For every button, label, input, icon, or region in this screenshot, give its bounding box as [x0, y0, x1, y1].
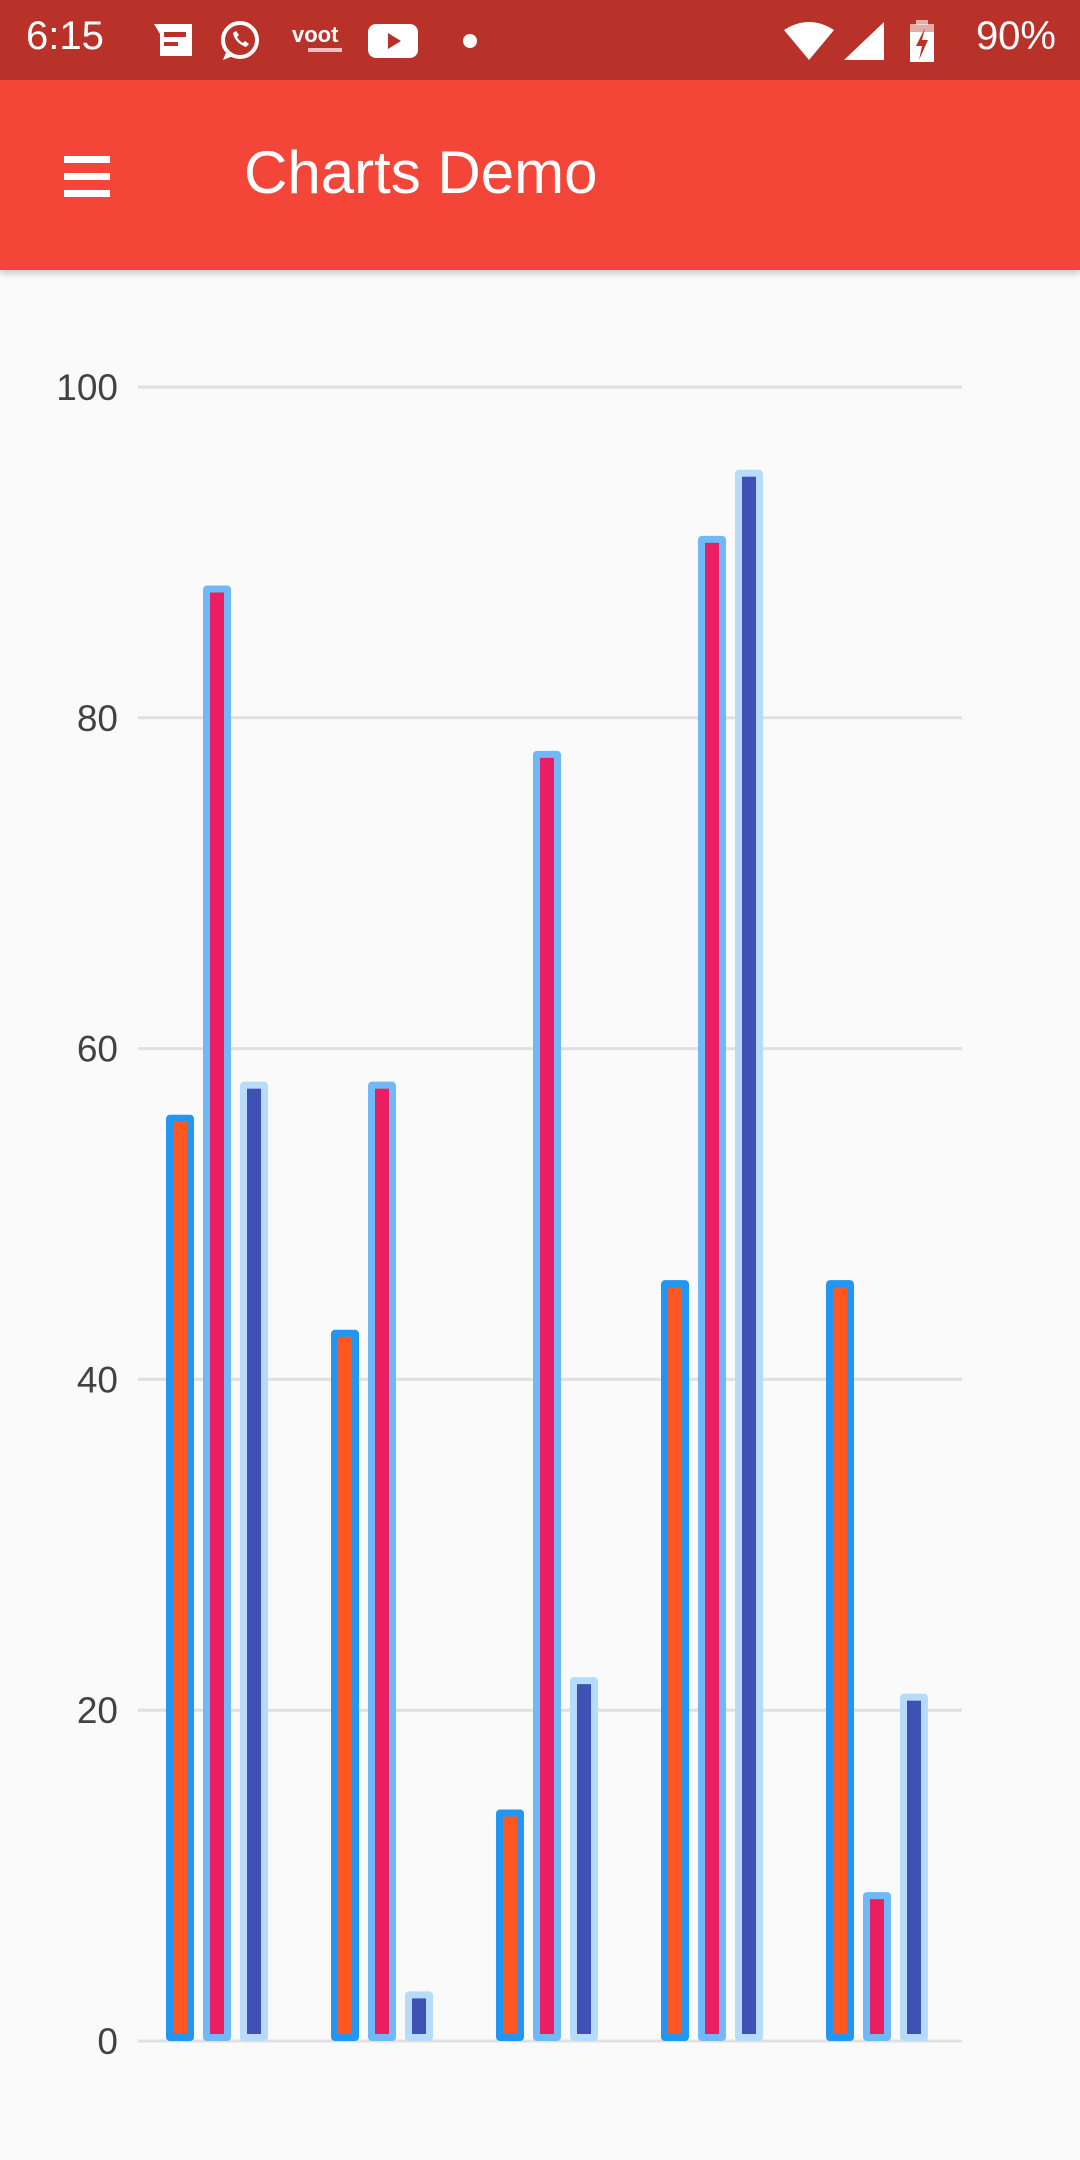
wifi-icon	[784, 22, 834, 60]
bar-series-3-cat-2[interactable]	[412, 1998, 426, 2034]
battery-percentage: 90%	[975, 14, 1056, 58]
y-tick-label: 60	[77, 1029, 118, 1070]
y-tick-label: 80	[77, 698, 118, 739]
bar-series-1-cat-5[interactable]	[833, 1287, 847, 2034]
status-bar: 6:15 voot 90%	[0, 0, 1080, 80]
y-tick-label: 20	[77, 1690, 118, 1731]
bar-series-2-cat-2[interactable]	[375, 1088, 389, 2034]
bar-series-1-cat-2[interactable]	[338, 1336, 352, 2034]
whatsapp-icon	[221, 21, 259, 60]
hamburger-menu-icon[interactable]	[48, 142, 128, 212]
bar-series-2-cat-5[interactable]	[870, 1899, 884, 2034]
bar-series-3-cat-5[interactable]	[907, 1700, 921, 2034]
youtube-icon	[368, 24, 418, 58]
cellular-signal-icon	[844, 22, 884, 60]
voot-icon: voot	[292, 22, 342, 52]
bar-series-2-cat-4[interactable]	[705, 542, 719, 2034]
y-tick-label: 40	[77, 1359, 118, 1400]
y-tick-label: 100	[56, 367, 118, 408]
bar-chart: 0 20 40 60 80 100	[56, 367, 962, 2062]
bar-series-1-cat-1[interactable]	[173, 1121, 187, 2034]
bar-series-1-cat-3[interactable]	[503, 1816, 517, 2034]
messages-icon	[154, 24, 192, 56]
app-bar: Charts Demo	[0, 80, 1080, 270]
bar-series-3-cat-1[interactable]	[247, 1088, 261, 2034]
status-time: 6:15	[26, 14, 104, 58]
battery-charging-icon	[910, 20, 934, 62]
bar-series-2-cat-1[interactable]	[210, 592, 224, 2034]
y-tick-label: 0	[97, 2021, 118, 2062]
bar-series-1-cat-4[interactable]	[668, 1287, 682, 2034]
page-title: Charts Demo	[244, 139, 598, 206]
bar-series-3-cat-3[interactable]	[577, 1684, 591, 2034]
svg-text:voot: voot	[292, 22, 339, 47]
bar-series-2-cat-3[interactable]	[540, 757, 554, 2034]
more-dot-icon	[463, 34, 477, 48]
bar-series-3-cat-4[interactable]	[742, 476, 756, 2035]
